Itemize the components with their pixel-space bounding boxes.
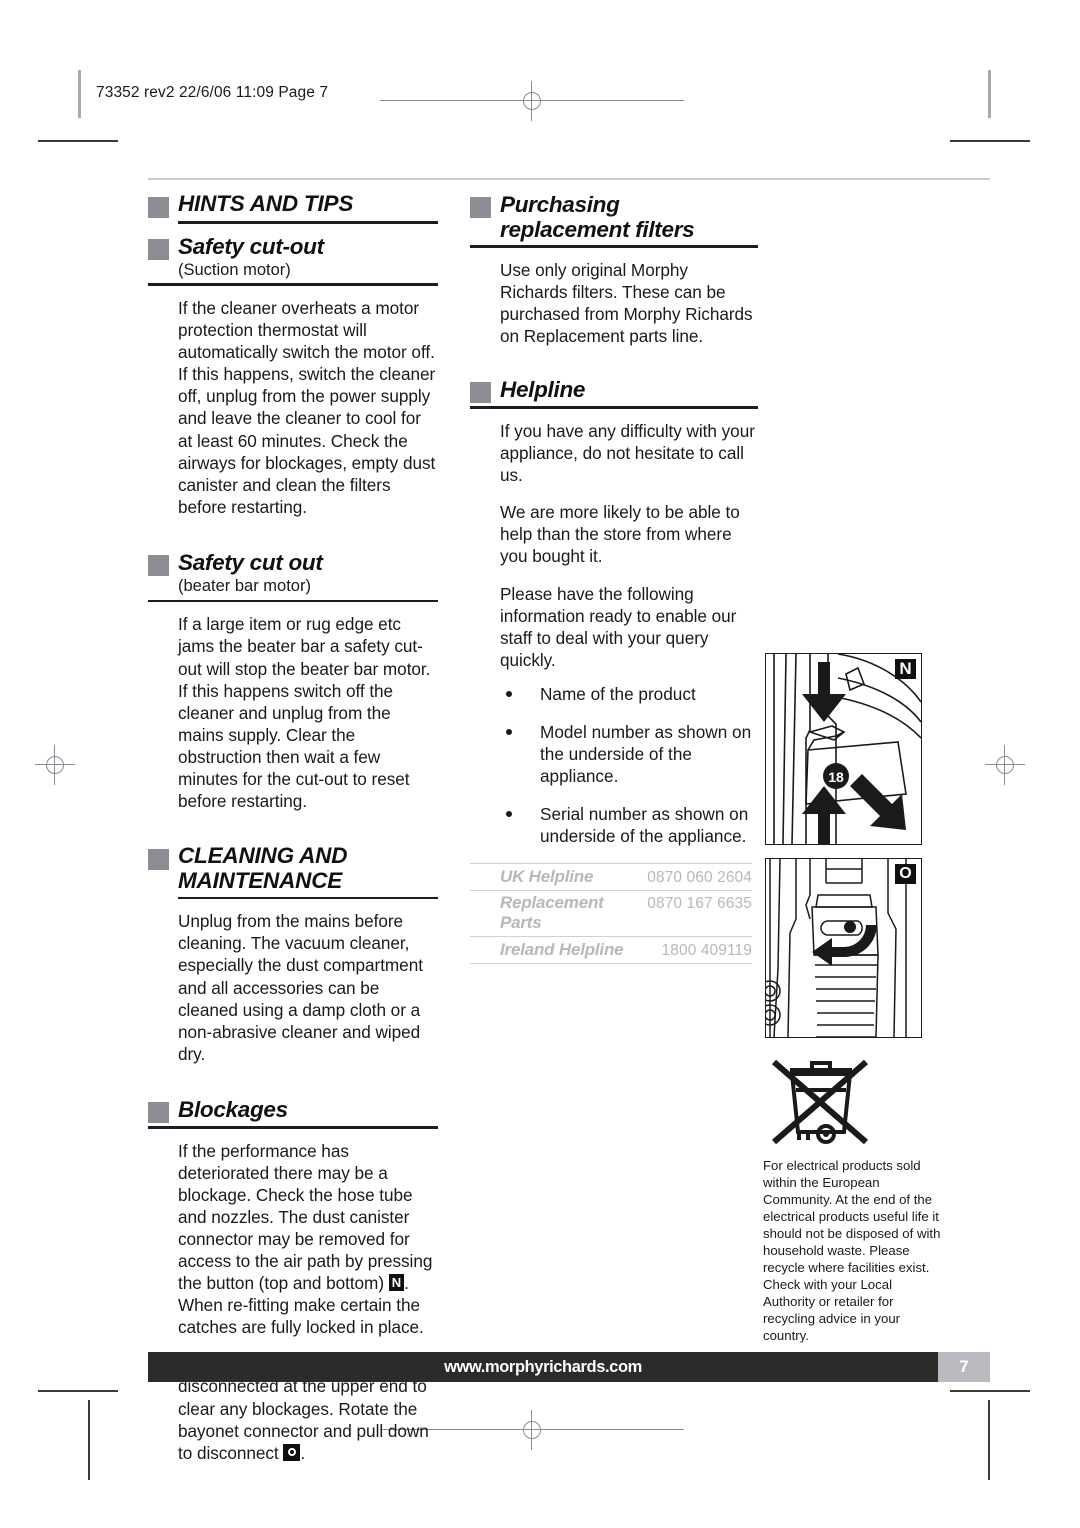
- list-item: Serial number as shown on underside of t…: [500, 803, 758, 847]
- square-bullet-icon: [470, 197, 491, 218]
- section-cleaning-maintenance-heading: CLEANING AND MAINTENANCE: [148, 843, 438, 900]
- section-hints-and-tips-heading: HINTS AND TIPS: [148, 191, 438, 224]
- page-top-rule: [148, 178, 990, 180]
- heading-rule: [148, 599, 438, 603]
- list-item: Model number as shown on the underside o…: [500, 721, 758, 787]
- section-helpline-heading: Helpline: [470, 377, 758, 409]
- subheading-note: (beater bar motor): [178, 576, 311, 595]
- heading-rule: [470, 245, 758, 248]
- section-safety-cutout-beater-heading: Safety cut out (beater bar motor): [148, 549, 438, 603]
- weee-disposal-text: For electrical products sold within the …: [763, 1158, 941, 1343]
- paragraph-cleaning-maintenance: Unplug from the mains before cleaning. T…: [178, 911, 423, 1064]
- heading-rule: [148, 283, 438, 286]
- square-bullet-icon: [148, 554, 169, 576]
- footer-page-number-box: 7: [938, 1352, 990, 1382]
- heading-line-1: Purchasing: [500, 192, 620, 217]
- helpline-number: 0870 167 6635: [647, 895, 752, 913]
- subheading-note: (Suction motor): [178, 260, 291, 279]
- helpline-numbers-table: UK Helpline 0870 060 2604 Replacement Pa…: [470, 863, 752, 964]
- table-row: UK Helpline 0870 060 2604: [470, 863, 752, 891]
- heading-rule: [470, 406, 758, 409]
- blockages-text-a: If the performance has deteriorated ther…: [178, 1140, 433, 1294]
- paragraph-helpline-1: If you have any difficulty with your app…: [500, 420, 755, 486]
- helpline-label: Replacement Parts: [500, 893, 604, 933]
- figure-n-drawing: 18: [773, 654, 921, 844]
- helpline-number: 1800 409119: [661, 941, 752, 959]
- paragraph-suction-cutout: If the cleaner overheats a motor protect…: [178, 297, 436, 517]
- weee-recycling-icon: [766, 1050, 876, 1150]
- table-row: Ireland Helpline 1800 409119: [470, 937, 752, 964]
- manual-page: HINTS AND TIPS Safety cut-out (Suction m…: [0, 0, 1080, 1528]
- heading-text: Helpline: [500, 377, 586, 403]
- table-row: Replacement Parts 0870 167 6635: [470, 891, 752, 938]
- paragraph-blockages-1: If the performance has deteriorated ther…: [178, 1140, 438, 1339]
- right-column: Purchasing replacement filters Use only …: [470, 192, 758, 964]
- square-bullet-icon: [148, 849, 169, 871]
- square-bullet-icon: [148, 238, 169, 260]
- figure-ref-n-icon: N: [388, 1274, 405, 1292]
- helpline-number: 0870 060 2604: [647, 868, 752, 886]
- paragraph-helpline-2: We are more likely to be able to help th…: [500, 502, 740, 567]
- heading-rule: [148, 1125, 438, 1129]
- figure-o: O: [765, 858, 922, 1038]
- square-bullet-icon: [148, 197, 169, 218]
- crossed-wheelie-bin-icon: [772, 1059, 868, 1145]
- footer-website-text: www.morphyrichards.com: [444, 1357, 642, 1376]
- left-column: HINTS AND TIPS Safety cut-out (Suction m…: [148, 191, 438, 1464]
- helpline-label: UK Helpline: [500, 866, 594, 886]
- page-number: 7: [959, 1357, 969, 1376]
- paragraph-purchasing-filters: Use only original Morphy Richards filter…: [500, 259, 753, 347]
- footer-website-bar: www.morphyrichards.com: [148, 1352, 938, 1382]
- heading-text: CLEANING AND MAINTENANCE: [178, 843, 348, 893]
- section-blockages-heading: Blockages: [148, 1097, 438, 1129]
- figure-n-tag: N: [895, 659, 916, 679]
- section-purchasing-filters-heading: Purchasing replacement filters: [470, 192, 758, 248]
- heading-text: Blockages: [178, 1096, 288, 1122]
- helpline-info-list: Name of the product Model number as show…: [470, 683, 758, 848]
- heading-rule: [178, 221, 438, 224]
- figure-n-callout: 18: [828, 769, 844, 785]
- figure-o-tag: O: [895, 864, 916, 884]
- heading-rule: [178, 896, 438, 900]
- section-safety-cutout-suction-heading: Safety cut-out (Suction motor): [148, 234, 438, 286]
- blockages2-text-b: .: [300, 1442, 306, 1463]
- square-bullet-icon: [148, 1101, 169, 1123]
- square-bullet-icon: [470, 382, 491, 404]
- paragraph-helpline-3: Please have the following information re…: [500, 583, 737, 670]
- subheading-text: Safety cut-out: [178, 233, 324, 259]
- figure-n: 18 N: [765, 653, 922, 845]
- heading-text: HINTS AND TIPS: [178, 191, 354, 216]
- helpline-label: Ireland Helpline: [500, 939, 624, 959]
- list-item: Name of the product: [500, 683, 758, 705]
- subheading-text: Safety cut out: [178, 549, 323, 575]
- figure-o-drawing: [766, 859, 907, 1037]
- figure-ref-o-icon: [283, 1443, 301, 1461]
- paragraph-beater-cutout: If a large item or rug edge etc jams the…: [178, 614, 431, 812]
- heading-line-2: replacement filters: [500, 217, 695, 243]
